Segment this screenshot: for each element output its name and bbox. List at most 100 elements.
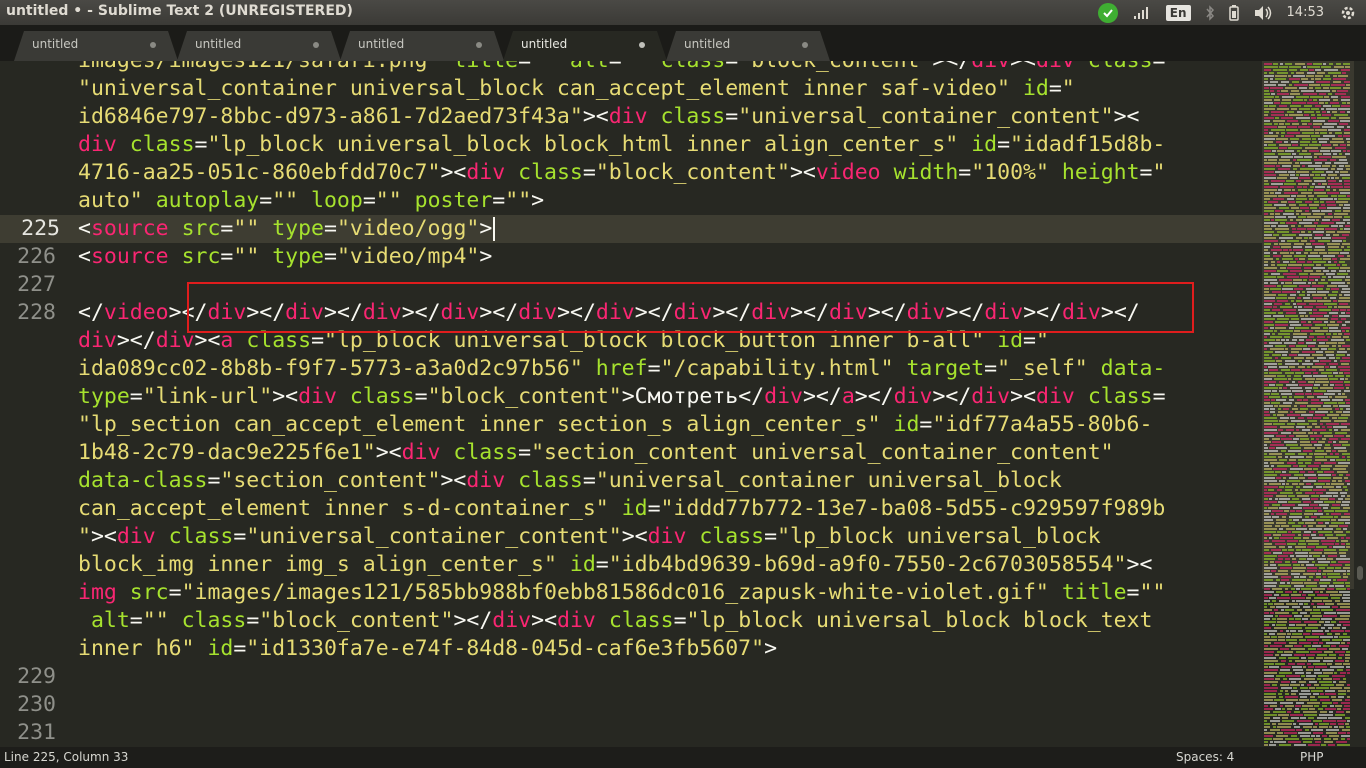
minimap-code-mark [1276,624,1286,626]
minimap-code-mark [1264,219,1270,221]
minimap-code-mark [1300,405,1306,407]
minimap-code-mark [1285,696,1298,698]
minimap-code-mark [1329,438,1338,440]
unsaved-dot-icon[interactable] [639,42,645,48]
indentation-setting[interactable]: Spaces: 4 [1176,750,1234,764]
minimap-code-mark [1347,570,1350,572]
minimap-code-mark [1300,276,1308,278]
tab-label: untitled [358,37,405,51]
gear-icon[interactable] [1340,0,1356,25]
minimap-code-mark [1285,303,1290,305]
tab-untitled-2[interactable]: untitled [177,31,341,61]
minimap-code-mark [1332,336,1341,338]
battery-icon[interactable] [1228,0,1239,25]
minimap-code-mark [1339,270,1346,272]
minimap-code-mark [1323,78,1331,80]
minimap-code-mark [1279,672,1292,674]
minimap-code-mark [1321,399,1330,401]
minimap-code-mark [1264,444,1267,446]
minimap-code-mark [1321,684,1334,686]
minimap-code-mark [1341,414,1350,416]
tab-untitled-1[interactable]: untitled [14,31,178,61]
checkmark-icon[interactable] [1097,0,1118,25]
volume-icon[interactable] [1253,0,1273,25]
minimap-code-mark [1304,156,1312,158]
minimap-code-mark [1342,729,1350,731]
scrollbar-thumb[interactable] [1357,566,1363,580]
minimap-code-mark [1326,288,1330,290]
minimap-code-mark [1299,258,1305,260]
minimap-code-mark [1339,204,1343,206]
minimap-code-mark [1347,684,1350,686]
minimap-code-mark [1264,702,1277,704]
tab-untitled-5[interactable]: untitled [666,31,830,61]
minimap-code-mark [1297,720,1311,722]
clock[interactable]: 14:53 [1287,0,1324,25]
minimap-code-mark [1288,201,1295,203]
minimap-code-mark [1322,114,1331,116]
minimap-code-mark [1342,393,1345,395]
minimap-code-mark [1313,63,1322,65]
minimap-code-mark [1315,666,1327,668]
minimap-code-mark [1342,444,1350,446]
minimap-code-mark [1312,285,1324,287]
minimap-code-mark [1277,618,1287,620]
minimap-code-mark [1264,639,1277,641]
minimap-code-mark [1324,69,1338,71]
minimap-code-mark [1315,87,1321,89]
minimap-code-mark [1298,381,1306,383]
minimap-code-mark [1336,534,1346,536]
minimap-code-mark [1315,363,1326,365]
code-editor[interactable]: 225 226 227 228 229 230 231 images/image… [0,61,1262,747]
line-number-226: 226 [17,244,56,269]
minimap-code-mark [1264,588,1270,590]
minimap-code-mark [1315,723,1318,725]
bluetooth-icon[interactable] [1205,0,1215,25]
minimap-code-mark [1264,552,1271,554]
minimap-code-mark [1264,717,1270,719]
minimap-code-mark [1329,396,1332,398]
minimap-code-mark [1339,315,1350,317]
vertical-scrollbar[interactable] [1354,61,1366,747]
minimap-code-mark [1305,462,1311,464]
minimap-code-mark [1294,306,1297,308]
minimap-code-mark [1310,96,1323,98]
minimap-code-mark [1270,462,1284,464]
keyboard-layout-icon[interactable]: En [1165,0,1191,25]
minimap-code-mark [1284,141,1288,143]
minimap-code-mark [1264,186,1278,188]
minimap-code-mark [1275,498,1278,500]
signal-icon[interactable] [1132,0,1152,25]
unsaved-dot-icon[interactable] [476,42,482,48]
line-number-229: 229 [17,664,56,689]
unsaved-dot-icon[interactable] [313,42,319,48]
minimap-code-mark [1288,549,1294,551]
minimap-code-mark [1316,657,1323,659]
minimap[interactable] [1262,61,1354,747]
tab-untitled-4-active[interactable]: untitled [503,31,667,61]
tab-untitled-3[interactable]: untitled [340,31,504,61]
minimap-code-mark [1290,447,1301,449]
minimap-code-mark [1286,636,1290,638]
minimap-code-mark [1324,315,1329,317]
minimap-code-mark [1270,411,1275,413]
minimap-code-mark [1303,93,1317,95]
minimap-code-mark [1337,264,1340,266]
unsaved-dot-icon[interactable] [150,42,156,48]
minimap-code-mark [1337,168,1343,170]
minimap-code-mark [1285,693,1289,695]
unsaved-dot-icon[interactable] [802,42,808,48]
minimap-code-mark [1313,312,1327,314]
minimap-code-mark [1281,201,1287,203]
syntax-mode[interactable]: PHP [1300,750,1324,764]
minimap-code-mark [1268,159,1277,161]
annotation-highlight-box [187,282,1194,333]
minimap-code-mark [1289,366,1295,368]
minimap-code-mark [1320,495,1332,497]
minimap-code-mark [1264,684,1270,686]
minimap-code-mark [1315,186,1325,188]
minimap-code-mark [1277,633,1286,635]
minimap-code-mark [1281,102,1291,104]
minimap-code-mark [1333,477,1342,479]
minimap-code-mark [1279,480,1285,482]
